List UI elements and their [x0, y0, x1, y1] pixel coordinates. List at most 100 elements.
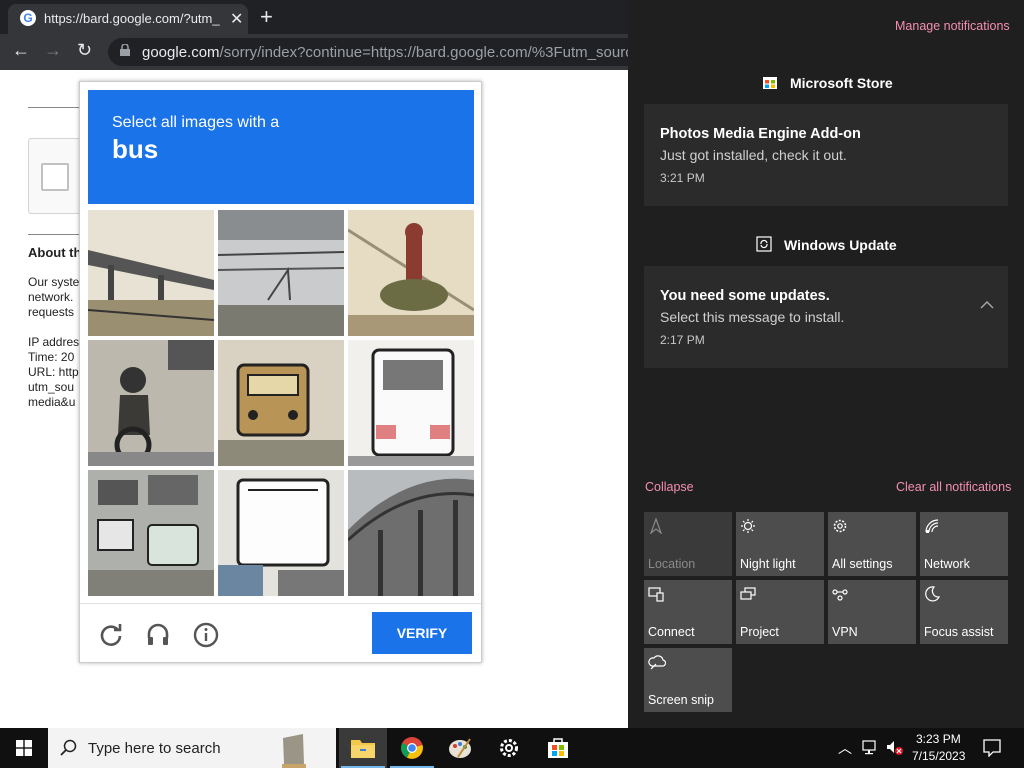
- captcha-tile-8[interactable]: [218, 470, 344, 596]
- chrome-icon: [401, 737, 423, 759]
- tab-title: https://bard.google.com/?utm_so: [44, 11, 220, 26]
- file-explorer-app[interactable]: [339, 728, 387, 768]
- captcha-tile-6[interactable]: [348, 340, 474, 466]
- quick-action-location[interactable]: Location: [644, 512, 732, 576]
- browser-toolbar: ← → ↻ google.com/sorry/index?continue=ht…: [0, 34, 663, 70]
- browser-tab[interactable]: G https://bard.google.com/?utm_so ✕: [8, 4, 248, 34]
- page-text-line: Our syste: [28, 275, 80, 289]
- chevron-up-icon[interactable]: ︿: [838, 738, 852, 758]
- taskbar: Type here to search ︿ 3:23 PM 7/15/2023: [0, 728, 1024, 768]
- microsoft-store-app[interactable]: [534, 728, 582, 768]
- settings-app[interactable]: [485, 728, 533, 768]
- quick-action-night-light[interactable]: Night light: [736, 512, 824, 576]
- notification-body: Select this message to install.: [660, 309, 845, 325]
- clock-date[interactable]: 7/15/2023: [912, 749, 965, 763]
- action-center-icon[interactable]: [983, 739, 1001, 757]
- lock-icon: [120, 44, 130, 56]
- back-arrow-icon[interactable]: ←: [12, 40, 30, 61]
- address-bar[interactable]: google.com/sorry/index?continue=https://…: [108, 38, 663, 66]
- url-host: google.com: [142, 44, 220, 61]
- quick-action-label: Network: [924, 557, 970, 571]
- location-icon: [650, 518, 662, 534]
- search-placeholder: Type here to search: [88, 740, 221, 757]
- clear-all-notifications-link[interactable]: Clear all notifications: [896, 480, 1011, 494]
- quick-action-project[interactable]: Project: [736, 580, 824, 644]
- manage-notifications-link[interactable]: Manage notifications: [895, 19, 1010, 33]
- captcha-header: Select all images with a bus: [88, 90, 474, 204]
- reload-challenge-icon[interactable]: [98, 622, 124, 648]
- quick-action-vpn[interactable]: VPN: [828, 580, 916, 644]
- volume-muted-icon[interactable]: [886, 740, 904, 756]
- project-icon: [740, 587, 756, 600]
- vpn-icon: [832, 589, 848, 601]
- search-highlight-icon: [282, 734, 306, 768]
- screen-snip-icon: [648, 655, 666, 670]
- quick-action-screen-snip[interactable]: Screen snip: [644, 648, 732, 712]
- folder-icon: [351, 740, 375, 758]
- gear-icon: [833, 519, 847, 533]
- info-icon[interactable]: [193, 622, 219, 648]
- notification-group-title: Microsoft Store: [790, 75, 893, 91]
- page-text-line: media&u: [28, 395, 76, 409]
- quick-action-label: Location: [648, 557, 696, 571]
- quick-action-all-settings[interactable]: All settings: [828, 512, 916, 576]
- address-url: google.com/sorry/index?continue=https://…: [142, 44, 663, 61]
- browser-tab-strip: G https://bard.google.com/?utm_so ✕ +: [0, 0, 628, 34]
- page-text-line: IP addres: [28, 335, 80, 349]
- page-text-line: Time: 20: [28, 350, 75, 364]
- google-favicon-icon: G: [20, 10, 36, 26]
- captcha-tile-4[interactable]: [88, 340, 214, 466]
- notification-time: 3:21 PM: [660, 171, 705, 185]
- notification-time: 2:17 PM: [660, 333, 705, 347]
- connect-icon: [648, 587, 664, 602]
- quick-action-label: Night light: [740, 557, 796, 571]
- network-tray-icon[interactable]: [862, 740, 880, 756]
- captcha-tile-7[interactable]: [88, 470, 214, 596]
- windows-update-icon: [756, 236, 772, 252]
- captcha-tile-2[interactable]: [218, 210, 344, 336]
- captcha-tile-5[interactable]: [218, 340, 344, 466]
- close-tab-icon[interactable]: ✕: [230, 9, 243, 29]
- chrome-app[interactable]: [388, 728, 436, 768]
- about-heading: About th: [28, 245, 82, 260]
- quick-action-label: Screen snip: [648, 693, 715, 707]
- quick-action-label: Connect: [648, 625, 695, 639]
- captcha-tile-3[interactable]: [348, 210, 474, 336]
- forward-arrow-icon[interactable]: →: [44, 40, 62, 61]
- captcha-tile-9[interactable]: [348, 470, 474, 596]
- quick-action-network[interactable]: Network: [920, 512, 1008, 576]
- recaptcha-checkbox[interactable]: [41, 163, 69, 191]
- microsoft-store-icon: [548, 738, 568, 758]
- page-text-line: URL: http: [28, 365, 79, 379]
- verify-button[interactable]: VERIFY: [372, 612, 472, 654]
- windows-start-icon[interactable]: [16, 740, 32, 756]
- action-center: Manage notifications Microsoft Store Pho…: [628, 0, 1024, 728]
- network-icon: [925, 519, 939, 533]
- captcha-footer-divider: [80, 603, 481, 604]
- notification-group-title: Windows Update: [784, 237, 897, 253]
- url-path: /sorry/index?continue=https://bard.googl…: [219, 44, 663, 61]
- quick-action-label: VPN: [832, 625, 858, 639]
- taskbar-search-box[interactable]: Type here to search: [48, 728, 336, 768]
- page-text-line: utm_sou: [28, 380, 75, 394]
- audio-challenge-icon[interactable]: [145, 622, 171, 648]
- collapse-link[interactable]: Collapse: [645, 480, 694, 494]
- reload-icon[interactable]: ↻: [77, 40, 92, 61]
- moon-icon: [925, 586, 940, 602]
- captcha-tile-1[interactable]: [88, 210, 214, 336]
- captcha-dialog: Select all images with a bus VERIFY: [79, 81, 482, 663]
- paint-app[interactable]: [436, 728, 484, 768]
- notification-card[interactable]: Photos Media Engine Add-on Just got inst…: [644, 104, 1008, 206]
- page-text-line: network.: [28, 290, 74, 304]
- quick-action-focus-assist[interactable]: Focus assist: [920, 580, 1008, 644]
- page-text-line: requests: [28, 305, 75, 319]
- clock-time[interactable]: 3:23 PM: [916, 732, 961, 746]
- captcha-target: bus: [112, 134, 159, 164]
- quick-action-label: Project: [740, 625, 779, 639]
- quick-action-connect[interactable]: Connect: [644, 580, 732, 644]
- search-icon: [60, 739, 77, 756]
- new-tab-icon[interactable]: +: [260, 4, 273, 30]
- notification-card[interactable]: You need some updates. Select this messa…: [644, 266, 1008, 368]
- microsoft-store-icon: [763, 77, 777, 89]
- chevron-up-icon[interactable]: [980, 300, 994, 309]
